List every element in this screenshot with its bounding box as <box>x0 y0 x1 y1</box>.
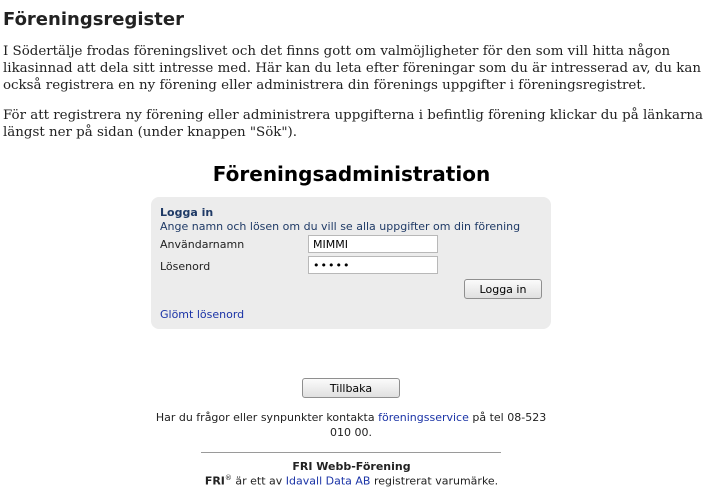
password-label: Lösenord <box>160 260 211 273</box>
registered-trademark-symbol: ® <box>224 474 232 482</box>
login-button[interactable]: Logga in <box>464 279 542 299</box>
registration-instructions: För att registrera ny förening eller adm… <box>3 108 703 140</box>
username-input[interactable] <box>308 235 438 253</box>
company-link[interactable]: Idavall Data AB <box>286 475 371 488</box>
admin-heading: Föreningsadministration <box>212 162 491 186</box>
back-button[interactable]: Tillbaka <box>302 378 400 398</box>
login-description: Ange namn och lösen om du vill se alla u… <box>160 220 521 233</box>
association-service-link[interactable]: föreningsservice <box>378 411 469 424</box>
footer-text-after: registrerat varumärke. <box>370 474 499 488</box>
footer-divider <box>201 452 501 453</box>
footer-trademark: FRI® är ett av Idavall Data AB registrer… <box>0 474 703 488</box>
footer-brand: FRI <box>204 474 225 488</box>
contact-info: Har du frågor eller synpunkter kontakta … <box>151 410 551 440</box>
forgot-password-link[interactable]: Glömt lösenord <box>160 308 244 321</box>
login-panel: Logga in Ange namn och lösen om du vill … <box>151 197 551 329</box>
contact-text-before: Har du frågor eller synpunkter kontakta <box>155 411 379 424</box>
footer-product-name: FRI Webb-Förening <box>292 460 411 473</box>
login-heading: Logga in <box>160 206 214 219</box>
footer-text-before: är ett av <box>231 474 286 488</box>
username-label: Användarnamn <box>160 238 245 251</box>
password-input[interactable] <box>308 256 438 274</box>
intro-paragraph: I Södertälje frodas föreningslivet och d… <box>3 44 701 93</box>
page-title: Föreningsregister <box>3 9 184 30</box>
